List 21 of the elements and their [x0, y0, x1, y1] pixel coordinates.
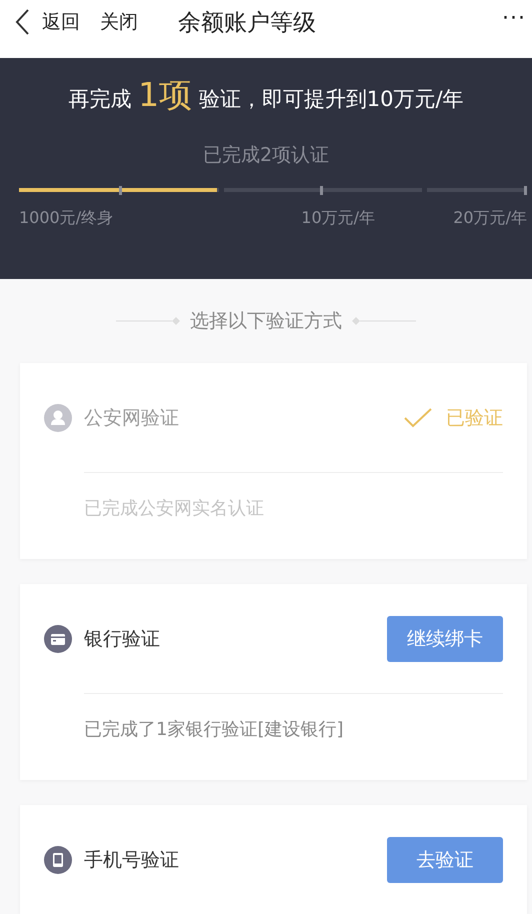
section-title: 选择以下验证方式: [190, 309, 342, 334]
verified-status: 已验证: [446, 406, 503, 430]
person-icon: [44, 404, 72, 432]
method-description: 已完成公安网实名认证: [84, 472, 503, 559]
upgrade-headline: 再完成 1项 验证，即可提升到10万元/年: [67, 74, 465, 116]
divider-ornament: [116, 316, 180, 326]
tier-label: 20万元/年: [453, 208, 527, 229]
phone-icon: [44, 846, 72, 874]
tier-label: 1000元/终身: [19, 208, 114, 229]
tier-label: 10万元/年: [301, 208, 376, 229]
back-button[interactable]: 返回: [14, 8, 80, 36]
method-title: 手机号验证: [84, 848, 179, 872]
method-title: 银行验证: [84, 626, 160, 652]
page-title: 余额账户等级: [178, 8, 316, 38]
divider-ornament: [352, 316, 416, 326]
method-description: 已完成了1家银行验证[建设银行]: [84, 693, 503, 780]
close-button[interactable]: 关闭: [100, 9, 138, 35]
progress-label: 已完成2项认证: [202, 143, 330, 168]
card-icon: [44, 624, 72, 652]
method-title: 公安网验证: [84, 406, 179, 430]
more-button[interactable]: ···: [502, 6, 532, 38]
